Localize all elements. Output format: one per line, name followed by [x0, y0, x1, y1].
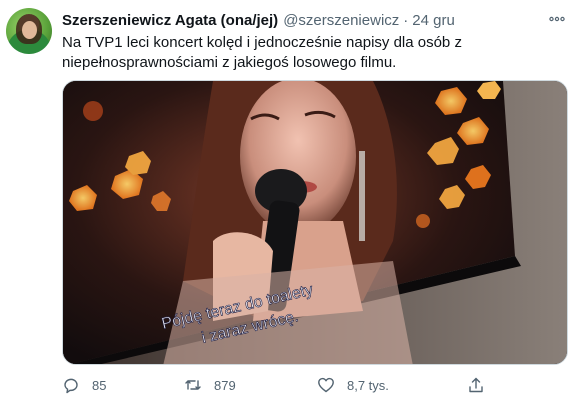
retweet-button[interactable]: 879	[184, 374, 236, 396]
tweet-actions: 85 879 8,7 tys.	[62, 374, 562, 396]
share-button[interactable]	[467, 374, 485, 396]
retweet-count: 879	[214, 377, 236, 393]
tweet-text-line-1: Na TVP1 leci koncert kolęd i jednocześni…	[62, 34, 462, 51]
more-options-button[interactable]	[549, 11, 565, 27]
tweet-photo[interactable]: Pójdę teraz do toalety i zaraz wrócę.	[62, 80, 568, 365]
tweet[interactable]: Szerszeniewicz Agata (ona/jej) @szerszen…	[0, 0, 570, 403]
tweet-date[interactable]: 24 gru	[412, 12, 455, 29]
tweet-text: Na TVP1 leci koncert kolęd i jednocześni…	[62, 33, 562, 73]
separator-dot: ·	[403, 11, 409, 29]
avatar-face	[22, 21, 37, 39]
heart-icon	[318, 377, 334, 393]
reply-button[interactable]: 85	[62, 374, 106, 396]
avatar[interactable]	[6, 8, 52, 54]
author-name[interactable]: Szerszeniewicz Agata (ona/jej)	[62, 12, 278, 29]
like-button[interactable]: 8,7 tys.	[317, 374, 389, 396]
tweet-text-line-2: niepełnosprawnościami z jakiegoś losoweg…	[62, 54, 397, 71]
reply-icon	[64, 378, 78, 394]
more-horizontal-icon	[549, 16, 565, 22]
like-count: 8,7 tys.	[347, 377, 389, 393]
tv-screen-photo: Pójdę teraz do toaletyi zaraz wrócę.	[63, 81, 567, 364]
author-handle[interactable]: @szerszeniewicz	[283, 12, 399, 29]
tweet-header: Szerszeniewicz Agata (ona/jej) @szerszen…	[62, 10, 455, 30]
retweet-icon	[185, 380, 201, 390]
share-icon	[469, 377, 483, 393]
reply-count: 85	[92, 377, 107, 393]
